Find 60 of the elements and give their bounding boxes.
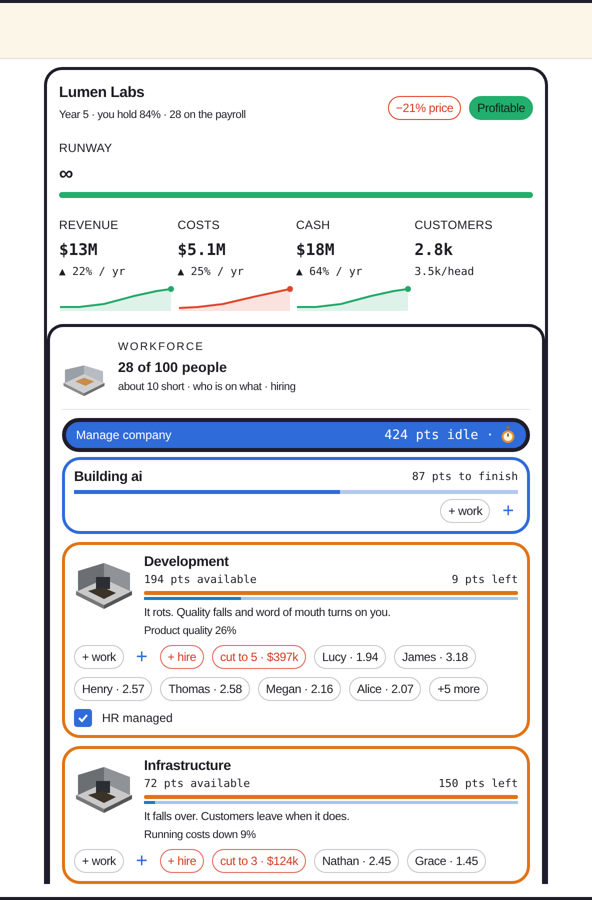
office-room-drawing: [62, 363, 106, 397]
stat-label: CASH: [296, 218, 332, 232]
stat-value: $5.1M: [178, 240, 227, 259]
company-summary: Year 5 · you hold 84% · 28 on the payroll: [59, 109, 246, 121]
department-title: Development: [144, 553, 230, 569]
stat-change: ▲ 25% / yr: [178, 265, 245, 278]
employee-chip[interactable]: Lucy · 1.94: [314, 645, 386, 669]
add-work-button[interactable]: + work: [74, 645, 124, 669]
employee-chip[interactable]: Grace · 1.45: [406, 849, 486, 873]
manage-company-bar[interactable]: Manage company 424 pts idle ·: [62, 418, 530, 452]
add-work-button[interactable]: + work: [440, 499, 490, 523]
action-chip[interactable]: + hire: [160, 645, 204, 669]
points-available: 194 pts available: [144, 573, 257, 586]
employee-chip[interactable]: Alice · 2.07: [349, 677, 422, 701]
hr-managed-label: HR managed: [102, 711, 173, 725]
action-chip[interactable]: + hire: [160, 849, 204, 873]
points-remaining: 9 pts left: [452, 573, 518, 586]
action-chip[interactable]: cut to 3 · $124k: [212, 849, 306, 873]
department-effect: Product quality 26%: [144, 625, 238, 637]
employee-chip[interactable]: Megan · 2.16: [258, 677, 342, 701]
employee-chip[interactable]: +5 more: [429, 677, 488, 701]
employee-chip[interactable]: James · 3.18: [394, 645, 476, 669]
department-description: It falls over. Customers leave when it does.: [144, 811, 350, 823]
stat-change: ▲ 22% / yr: [59, 265, 126, 278]
stat-change: ▲ 64% / yr: [296, 265, 364, 278]
department-effect: Running costs down 9%: [144, 829, 257, 841]
idle-points: 424 pts idle ·: [384, 428, 494, 442]
stat-value: $13M: [59, 240, 99, 259]
runway-value: ∞: [59, 163, 74, 186]
stat-label: CUSTOMERS: [414, 218, 494, 232]
employee-chip[interactable]: Nathan · 2.45: [314, 849, 399, 873]
runway-label: RUNWAY: [59, 141, 114, 155]
manage-company-label: Manage company: [76, 428, 172, 442]
hr-managed-checkbox[interactable]: [74, 709, 92, 727]
department-title: Infrastructure: [144, 757, 232, 773]
workforce-label: WORKFORCE: [118, 341, 206, 353]
action-chip[interactable]: cut to 5 · $397k: [212, 645, 306, 669]
stat-value: 2.8k: [414, 240, 454, 259]
stopwatch-icon: [500, 426, 516, 444]
points-remaining: 150 pts left: [438, 777, 518, 790]
status-badge: −21% price: [388, 96, 462, 120]
employee-chip[interactable]: Thomas · 2.58: [160, 677, 250, 701]
status-badge: Profitable: [469, 96, 533, 120]
points-remaining: 87 pts to finish: [412, 470, 518, 482]
stat-label: COSTS: [178, 218, 221, 232]
stat-label: REVENUE: [59, 218, 120, 232]
add-button[interactable]: +: [132, 647, 152, 667]
add-button[interactable]: +: [498, 501, 518, 521]
add-button[interactable]: +: [132, 851, 152, 871]
points-available: 72 pts available: [144, 777, 250, 790]
stat-value: $18M: [296, 240, 336, 259]
stat-change: 3.5k/head: [414, 265, 476, 278]
company-name: Lumen Labs: [59, 84, 146, 101]
workforce-count: 28 of 100 people: [118, 359, 228, 375]
check-icon: [77, 712, 89, 724]
department-description: It rots. Quality falls and word of mouth turns on you.: [144, 607, 392, 619]
add-work-button[interactable]: + work: [74, 849, 124, 873]
workforce-summary: about 10 short · who is on what · hiring: [118, 381, 296, 393]
employee-chip[interactable]: Henry · 2.57: [74, 677, 152, 701]
project-title: Building ai: [74, 468, 142, 484]
